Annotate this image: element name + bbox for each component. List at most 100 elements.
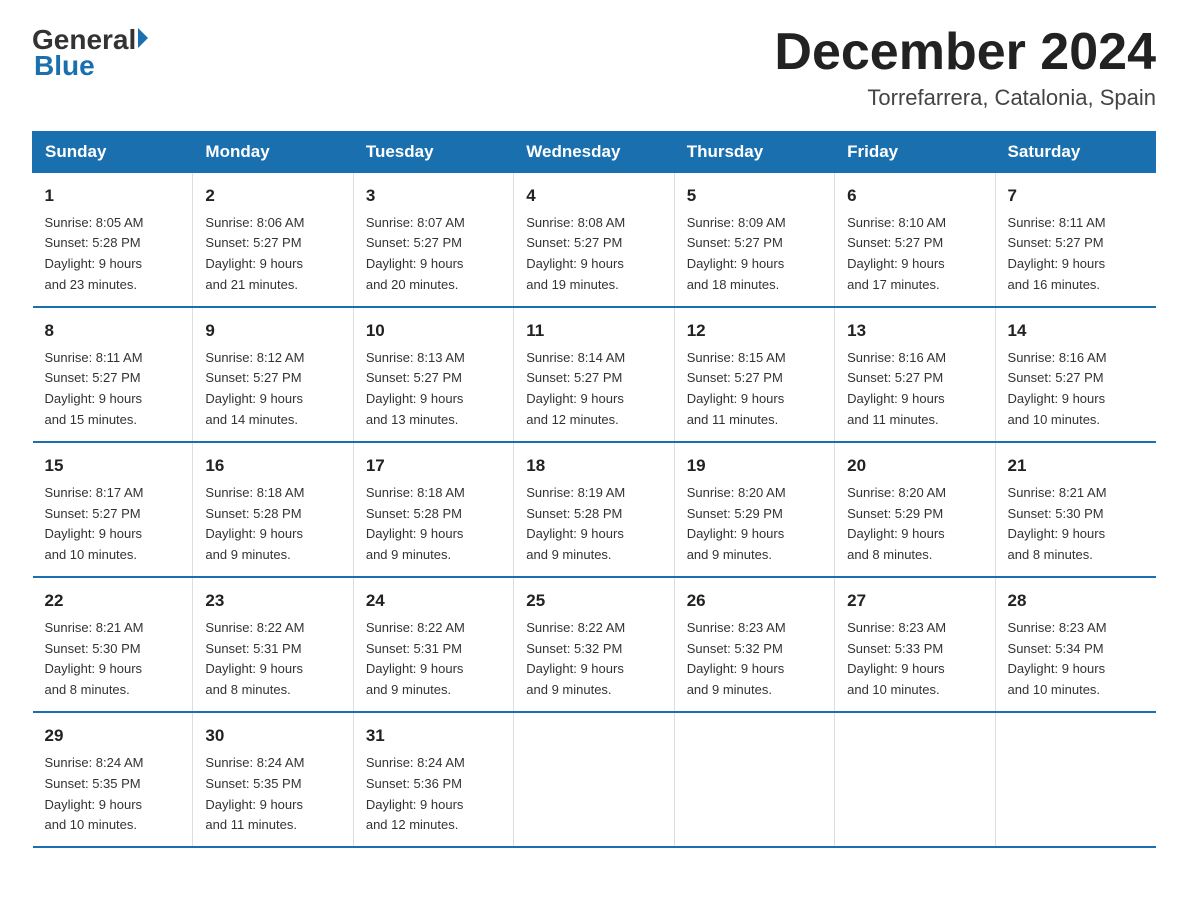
calendar-cell (835, 712, 995, 847)
calendar-cell (514, 712, 674, 847)
calendar-cell: 25 Sunrise: 8:22 AM Sunset: 5:32 PM Dayli… (514, 577, 674, 712)
day-number: 7 (1008, 183, 1144, 209)
day-number: 27 (847, 588, 982, 614)
calendar-cell: 16 Sunrise: 8:18 AM Sunset: 5:28 PM Dayli… (193, 442, 353, 577)
calendar-cell: 31 Sunrise: 8:24 AM Sunset: 5:36 PM Dayli… (353, 712, 513, 847)
day-info: Sunrise: 8:11 AM Sunset: 5:27 PM Dayligh… (1008, 215, 1106, 293)
day-info: Sunrise: 8:16 AM Sunset: 5:27 PM Dayligh… (1008, 350, 1107, 428)
column-header-sunday: Sunday (33, 132, 193, 173)
calendar-cell: 9Sunrise: 8:12 AM Sunset: 5:27 PM Daylig… (193, 307, 353, 442)
calendar-week-row: 29 Sunrise: 8:24 AM Sunset: 5:35 PM Dayli… (33, 712, 1156, 847)
day-number: 17 (366, 453, 501, 479)
calendar-cell: 20 Sunrise: 8:20 AM Sunset: 5:29 PM Dayli… (835, 442, 995, 577)
column-header-friday: Friday (835, 132, 995, 173)
day-info: Sunrise: 8:11 AM Sunset: 5:27 PM Dayligh… (45, 350, 143, 428)
day-info: Sunrise: 8:23 AM Sunset: 5:33 PM Dayligh… (847, 620, 946, 698)
day-number: 30 (205, 723, 340, 749)
subtitle: Torrefarrera, Catalonia, Spain (774, 85, 1156, 111)
title-area: December 2024 Torrefarrera, Catalonia, S… (774, 24, 1156, 111)
day-info: Sunrise: 8:21 AM Sunset: 5:30 PM Dayligh… (45, 620, 144, 698)
calendar-cell: 27 Sunrise: 8:23 AM Sunset: 5:33 PM Dayli… (835, 577, 995, 712)
day-info: Sunrise: 8:14 AM Sunset: 5:27 PM Dayligh… (526, 350, 625, 428)
column-header-wednesday: Wednesday (514, 132, 674, 173)
day-number: 18 (526, 453, 661, 479)
calendar-cell: 18 Sunrise: 8:19 AM Sunset: 5:28 PM Dayli… (514, 442, 674, 577)
day-number: 19 (687, 453, 822, 479)
day-number: 13 (847, 318, 982, 344)
day-number: 14 (1008, 318, 1144, 344)
column-header-tuesday: Tuesday (353, 132, 513, 173)
day-info: Sunrise: 8:10 AM Sunset: 5:27 PM Dayligh… (847, 215, 946, 293)
column-header-saturday: Saturday (995, 132, 1155, 173)
day-info: Sunrise: 8:23 AM Sunset: 5:34 PM Dayligh… (1008, 620, 1107, 698)
day-info: Sunrise: 8:15 AM Sunset: 5:27 PM Dayligh… (687, 350, 786, 428)
day-info: Sunrise: 8:22 AM Sunset: 5:31 PM Dayligh… (366, 620, 465, 698)
logo: General Blue (32, 24, 148, 82)
calendar-week-row: 8 Sunrise: 8:11 AM Sunset: 5:27 PM Daylig… (33, 307, 1156, 442)
day-info: Sunrise: 8:21 AM Sunset: 5:30 PM Dayligh… (1008, 485, 1107, 563)
column-header-thursday: Thursday (674, 132, 834, 173)
day-number: 25 (526, 588, 661, 614)
main-title: December 2024 (774, 24, 1156, 81)
day-number: 1 (45, 183, 181, 209)
calendar-cell: 19 Sunrise: 8:20 AM Sunset: 5:29 PM Dayli… (674, 442, 834, 577)
day-info: Sunrise: 8:09 AM Sunset: 5:27 PM Dayligh… (687, 215, 786, 293)
calendar-cell: 26Sunrise: 8:23 AM Sunset: 5:32 PM Dayli… (674, 577, 834, 712)
day-number: 6 (847, 183, 982, 209)
day-number: 16 (205, 453, 340, 479)
day-info: Sunrise: 8:05 AM Sunset: 5:28 PM Dayligh… (45, 215, 144, 293)
page-header: General Blue December 2024 Torrefarrera,… (32, 24, 1156, 111)
column-header-monday: Monday (193, 132, 353, 173)
calendar-cell (995, 712, 1155, 847)
day-number: 28 (1008, 588, 1144, 614)
day-info: Sunrise: 8:16 AM Sunset: 5:27 PM Dayligh… (847, 350, 946, 428)
day-number: 11 (526, 318, 661, 344)
logo-triangle-icon (138, 28, 148, 48)
day-number: 8 (45, 318, 181, 344)
calendar-cell: 6 Sunrise: 8:10 AM Sunset: 5:27 PM Daylig… (835, 173, 995, 308)
calendar-cell: 14 Sunrise: 8:16 AM Sunset: 5:27 PM Dayli… (995, 307, 1155, 442)
day-number: 22 (45, 588, 181, 614)
day-info: Sunrise: 8:19 AM Sunset: 5:28 PM Dayligh… (526, 485, 625, 563)
day-number: 23 (205, 588, 340, 614)
calendar-table: SundayMondayTuesdayWednesdayThursdayFrid… (32, 131, 1156, 848)
day-number: 12 (687, 318, 822, 344)
day-info: Sunrise: 8:22 AM Sunset: 5:31 PM Dayligh… (205, 620, 304, 698)
calendar-cell: 24Sunrise: 8:22 AM Sunset: 5:31 PM Dayli… (353, 577, 513, 712)
calendar-cell: 11 Sunrise: 8:14 AM Sunset: 5:27 PM Dayli… (514, 307, 674, 442)
calendar-week-row: 15Sunrise: 8:17 AM Sunset: 5:27 PM Dayli… (33, 442, 1156, 577)
day-number: 20 (847, 453, 982, 479)
calendar-cell: 7 Sunrise: 8:11 AM Sunset: 5:27 PM Daylig… (995, 173, 1155, 308)
day-info: Sunrise: 8:24 AM Sunset: 5:35 PM Dayligh… (45, 755, 144, 833)
calendar-cell: 5 Sunrise: 8:09 AM Sunset: 5:27 PM Daylig… (674, 173, 834, 308)
day-number: 29 (45, 723, 181, 749)
day-info: Sunrise: 8:24 AM Sunset: 5:36 PM Dayligh… (366, 755, 465, 833)
calendar-cell: 23 Sunrise: 8:22 AM Sunset: 5:31 PM Dayli… (193, 577, 353, 712)
day-number: 2 (205, 183, 340, 209)
day-info: Sunrise: 8:20 AM Sunset: 5:29 PM Dayligh… (687, 485, 786, 563)
day-info: Sunrise: 8:18 AM Sunset: 5:28 PM Dayligh… (366, 485, 465, 563)
day-number: 5 (687, 183, 822, 209)
calendar-cell: 28 Sunrise: 8:23 AM Sunset: 5:34 PM Dayli… (995, 577, 1155, 712)
day-info: Sunrise: 8:13 AM Sunset: 5:27 PM Dayligh… (366, 350, 465, 428)
calendar-cell (674, 712, 834, 847)
calendar-cell: 15Sunrise: 8:17 AM Sunset: 5:27 PM Dayli… (33, 442, 193, 577)
day-number: 10 (366, 318, 501, 344)
calendar-cell: 2 Sunrise: 8:06 AM Sunset: 5:27 PM Daylig… (193, 173, 353, 308)
calendar-cell: 13 Sunrise: 8:16 AM Sunset: 5:27 PM Dayli… (835, 307, 995, 442)
calendar-header-row: SundayMondayTuesdayWednesdayThursdayFrid… (33, 132, 1156, 173)
day-number: 26 (687, 588, 822, 614)
calendar-cell: 4Sunrise: 8:08 AM Sunset: 5:27 PM Daylig… (514, 173, 674, 308)
calendar-cell: 1 Sunrise: 8:05 AM Sunset: 5:28 PM Daylig… (33, 173, 193, 308)
day-info: Sunrise: 8:12 AM Sunset: 5:27 PM Dayligh… (205, 350, 304, 428)
day-info: Sunrise: 8:22 AM Sunset: 5:32 PM Dayligh… (526, 620, 625, 698)
calendar-week-row: 1 Sunrise: 8:05 AM Sunset: 5:28 PM Daylig… (33, 173, 1156, 308)
day-info: Sunrise: 8:20 AM Sunset: 5:29 PM Dayligh… (847, 485, 946, 563)
day-number: 15 (45, 453, 181, 479)
day-info: Sunrise: 8:18 AM Sunset: 5:28 PM Dayligh… (205, 485, 304, 563)
day-info: Sunrise: 8:06 AM Sunset: 5:27 PM Dayligh… (205, 215, 304, 293)
calendar-cell: 17 Sunrise: 8:18 AM Sunset: 5:28 PM Dayli… (353, 442, 513, 577)
day-number: 3 (366, 183, 501, 209)
day-info: Sunrise: 8:07 AM Sunset: 5:27 PM Dayligh… (366, 215, 465, 293)
day-number: 31 (366, 723, 501, 749)
